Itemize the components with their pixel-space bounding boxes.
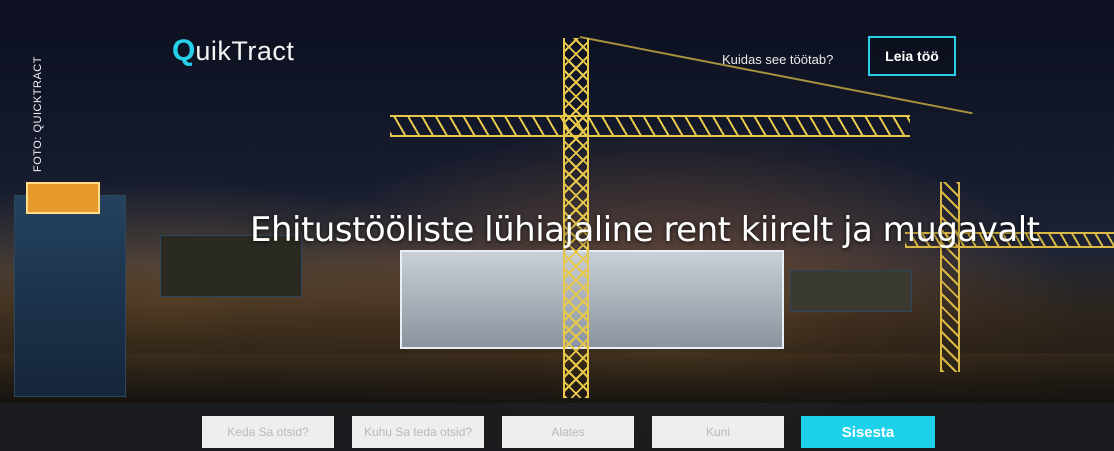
from-date-input[interactable]: Alates — [502, 416, 634, 448]
building-right — [790, 270, 912, 312]
where-input[interactable]: Kuhu Sa teda otsid? — [352, 416, 484, 448]
who-input[interactable]: Keda Sa otsid? — [202, 416, 334, 448]
until-date-input[interactable]: Kuni — [652, 416, 784, 448]
photo-credit-text: FOTO: QUICKTRACT — [32, 56, 44, 172]
photo-credit: FOTO: QUICKTRACT — [18, 36, 58, 186]
submit-button[interactable]: Sisesta — [801, 416, 935, 448]
hero-headline: Ehitustööliste lühiajaline rent kiirelt … — [250, 210, 1040, 250]
crane-jib — [390, 115, 910, 137]
logo-text: uikTract — [195, 35, 295, 66]
how-it-works-link[interactable]: Kuidas see töötab? — [722, 52, 833, 67]
logo-q-icon: Q — [172, 34, 196, 67]
building-center — [400, 250, 784, 349]
building-sign — [26, 182, 100, 214]
building-left — [14, 195, 126, 397]
hero-frame: FOTO: QUICKTRACT Q uikTract Kuidas see t… — [0, 0, 1114, 451]
logo[interactable]: Q uikTract — [172, 34, 294, 68]
find-job-button[interactable]: Leia töö — [868, 36, 956, 76]
